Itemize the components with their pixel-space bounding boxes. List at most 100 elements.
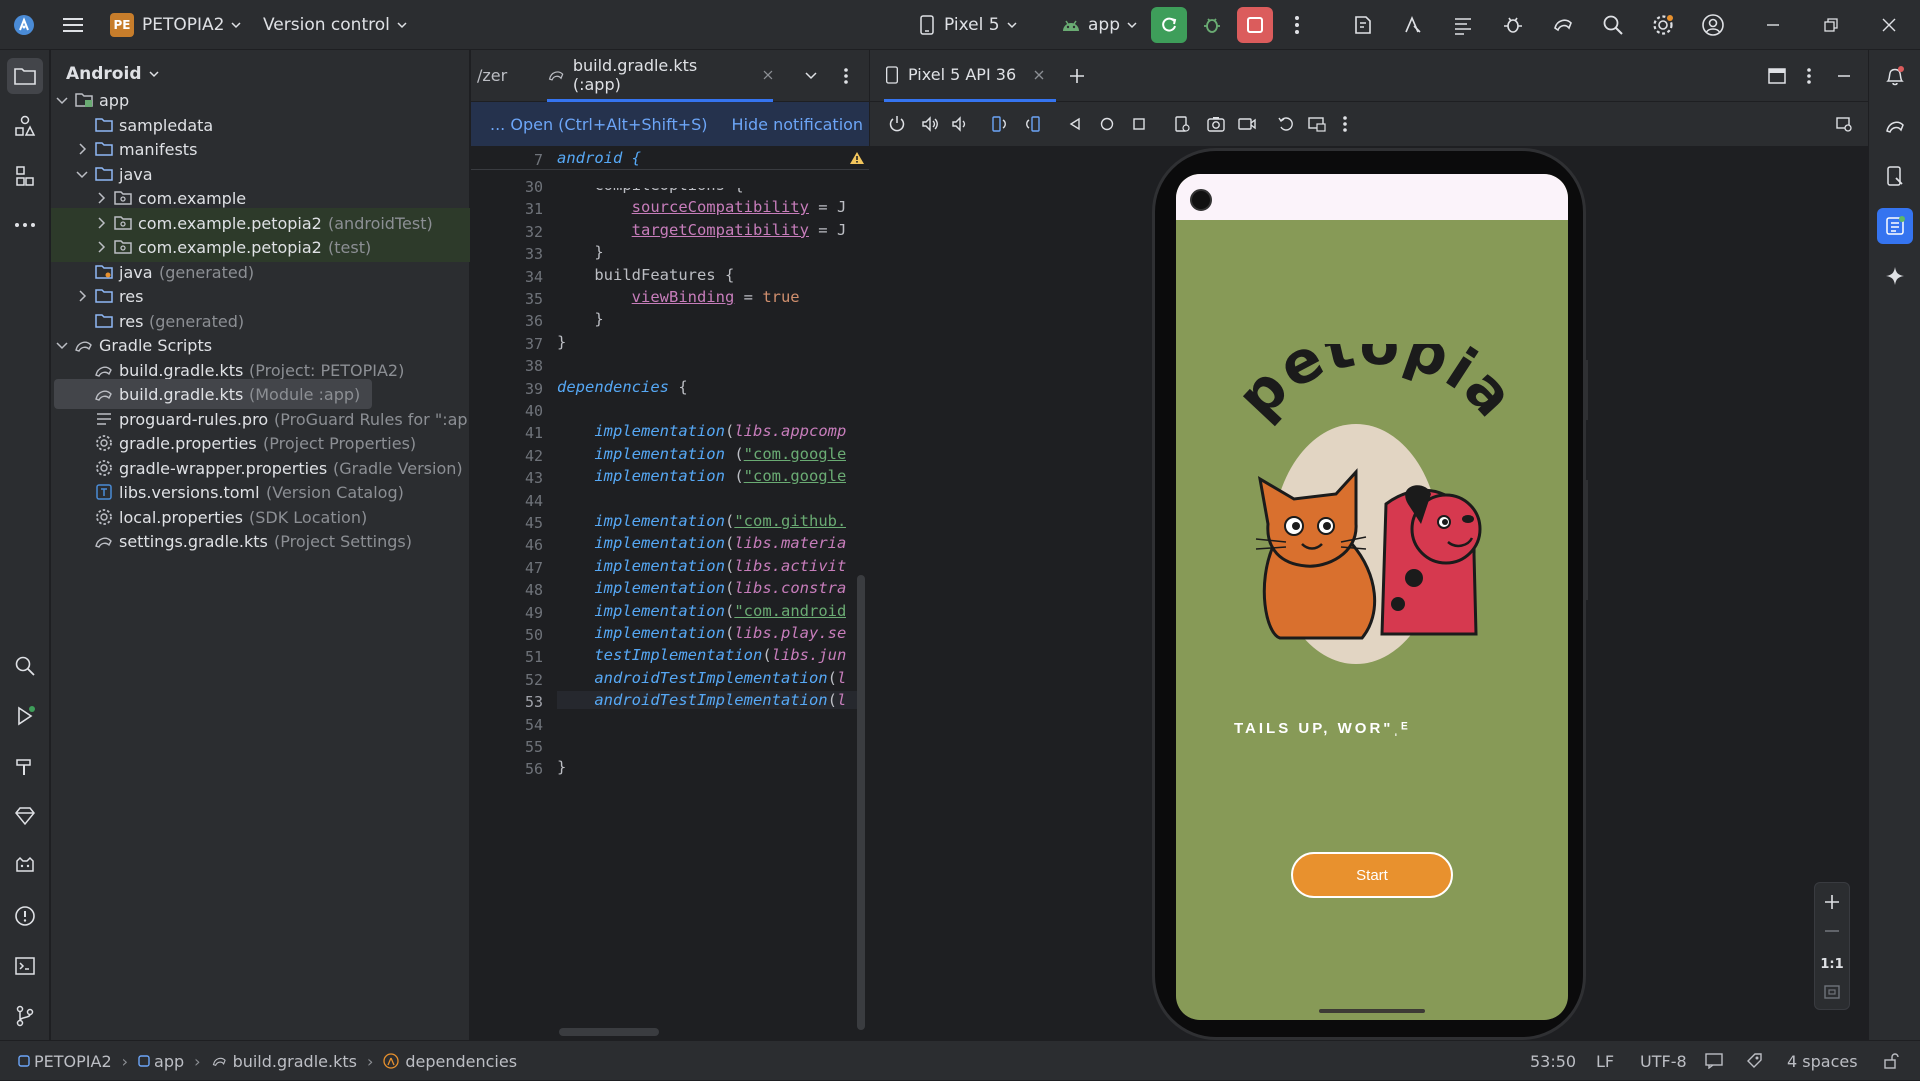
rotate-right-button[interactable] (1023, 114, 1043, 134)
add-device-tab-icon[interactable] (1069, 68, 1085, 84)
run-config-selector[interactable]: app (1060, 0, 1138, 50)
gradle-tool-button[interactable] (1877, 108, 1913, 144)
more-tool-windows-button[interactable] (7, 207, 43, 243)
emulator-more-button[interactable] (1335, 114, 1355, 134)
terminal-tool-button[interactable] (7, 948, 43, 984)
android-studio-logo-icon[interactable] (13, 14, 35, 36)
gemini-tool-button[interactable] (1877, 258, 1913, 294)
running-devices-tool-button[interactable] (1877, 208, 1913, 244)
more-vertical-icon[interactable] (1807, 68, 1811, 84)
breadcrumb-project[interactable]: PETOPIA2 (34, 1052, 112, 1071)
more-actions-button[interactable] (1279, 7, 1315, 43)
rotate-left-button[interactable] (989, 114, 1009, 134)
close-window-button[interactable] (1871, 7, 1907, 43)
volume-down-button[interactable] (950, 114, 970, 134)
chevron-down-icon[interactable] (55, 338, 69, 352)
device-selector[interactable]: Pixel 5 (918, 0, 1018, 50)
project-tool-button[interactable] (7, 58, 43, 94)
chevron-right-icon[interactable] (94, 240, 108, 254)
window-layout-icon[interactable] (1768, 68, 1786, 84)
code-line[interactable]: } (557, 310, 603, 328)
find-tool-button[interactable] (7, 648, 43, 684)
attach-debugger-button[interactable] (1495, 7, 1531, 43)
app-quality-tool-button[interactable] (7, 798, 43, 834)
line-separator[interactable]: LF (1596, 1041, 1614, 1081)
chevron-down-icon[interactable] (55, 93, 69, 107)
editor-vertical-scrollbar[interactable] (857, 575, 865, 1030)
profiler-toolbar-button[interactable] (1345, 7, 1381, 43)
zoom-out-icon[interactable] (1824, 929, 1840, 933)
editor-tab-active[interactable]: build.gradle.kts (:app) (547, 50, 773, 102)
settings-button[interactable] (1645, 7, 1681, 43)
account-button[interactable] (1695, 7, 1731, 43)
code-line[interactable]: sourceCompatibility = J (557, 198, 847, 216)
gesture-home-bar[interactable] (1319, 1009, 1425, 1013)
home-button[interactable] (1097, 114, 1117, 134)
code-line[interactable]: dependencies { (557, 378, 688, 396)
extended-controls-button[interactable] (1834, 114, 1854, 134)
tree-item[interactable]: settings.gradle.kts (Project Settings) (51, 526, 470, 556)
breadcrumb-module[interactable]: app (154, 1052, 184, 1071)
debug-button[interactable] (1194, 7, 1230, 43)
fold-button[interactable] (1172, 114, 1192, 134)
code-line[interactable]: targetCompatibility = J (557, 221, 847, 239)
project-selector[interactable]: PE PETOPIA2 (110, 0, 242, 50)
device-tab[interactable]: Pixel 5 API 36 (884, 50, 1056, 102)
warning-icon[interactable] (849, 151, 865, 165)
minimize-panel-icon[interactable] (1837, 69, 1851, 83)
chevron-right-icon[interactable] (94, 191, 108, 205)
code-line[interactable]: implementation ("com.google (557, 445, 846, 463)
project-view-selector[interactable]: Android (66, 64, 160, 84)
power-save-toggle[interactable] (1745, 1041, 1763, 1081)
chevron-down-icon[interactable] (804, 69, 818, 83)
notification-open-link[interactable]: ... Open (Ctrl+Alt+Shift+S) (490, 115, 708, 134)
breadcrumb-symbol[interactable]: dependencies (405, 1052, 517, 1071)
search-everywhere-button[interactable] (1595, 7, 1631, 43)
readonly-toggle[interactable] (1705, 1041, 1723, 1081)
code-line[interactable]: viewBinding = true (557, 288, 800, 306)
code-line[interactable]: implementation("com.android (557, 602, 846, 620)
code-line[interactable]: implementation("com.github. (557, 512, 846, 530)
structure-tool-button[interactable] (7, 158, 43, 194)
editor-horizontal-scrollbar[interactable] (559, 1028, 659, 1036)
layout-inspector-button[interactable] (1445, 7, 1481, 43)
power-button[interactable] (887, 114, 907, 134)
code-line[interactable]: implementation ("com.google (557, 467, 846, 485)
main-menu-icon[interactable] (62, 14, 84, 36)
close-tab-icon[interactable] (763, 70, 773, 80)
chevron-down-icon[interactable] (75, 167, 89, 181)
minimize-window-button[interactable] (1755, 7, 1791, 43)
stop-button[interactable] (1237, 7, 1273, 43)
breadcrumb-file[interactable]: build.gradle.kts (233, 1052, 357, 1071)
resource-manager-tool-button[interactable] (7, 108, 43, 144)
caret-position[interactable]: 53:50 (1530, 1041, 1576, 1081)
code-line[interactable]: implementation(libs.materia (557, 534, 846, 552)
device-screen[interactable]: petopia TAILS UP, WOR"ˌᴱ Start (1176, 174, 1568, 1020)
version-control-tool-button[interactable] (7, 998, 43, 1034)
close-tab-icon[interactable] (1034, 70, 1044, 80)
zoom-actual-size[interactable]: 1:1 (1815, 957, 1849, 972)
screenshot-button[interactable] (1206, 114, 1226, 134)
mirror-button[interactable] (1307, 114, 1327, 134)
device-file-explorer-tool-button[interactable] (1877, 158, 1913, 194)
indent-setting[interactable]: 4 spaces (1787, 1041, 1858, 1081)
code-line[interactable]: implementation(libs.appcomp (557, 422, 846, 440)
screen-record-button[interactable] (1237, 114, 1257, 134)
code-line[interactable]: implementation(libs.constra (557, 579, 846, 597)
code-line[interactable]: } (557, 758, 566, 776)
code-line[interactable]: } (557, 243, 603, 261)
back-button[interactable] (1065, 114, 1085, 134)
overview-button[interactable] (1129, 114, 1149, 134)
chevron-right-icon[interactable] (75, 289, 89, 303)
sync-gradle-button[interactable] (1545, 7, 1581, 43)
build-tool-button[interactable] (7, 748, 43, 784)
code-line[interactable]: buildFeatures { (557, 266, 734, 284)
more-vertical-icon[interactable] (844, 68, 848, 84)
editor-tab-partial[interactable]: /zer (477, 66, 507, 85)
restore-window-button[interactable] (1813, 7, 1849, 43)
logcat-tool-button[interactable] (7, 848, 43, 884)
zoom-in-icon[interactable] (1824, 894, 1840, 910)
problems-tool-button[interactable] (7, 898, 43, 934)
rerun-button[interactable] (1151, 7, 1187, 43)
code-line[interactable]: compileOptions { (557, 188, 743, 194)
